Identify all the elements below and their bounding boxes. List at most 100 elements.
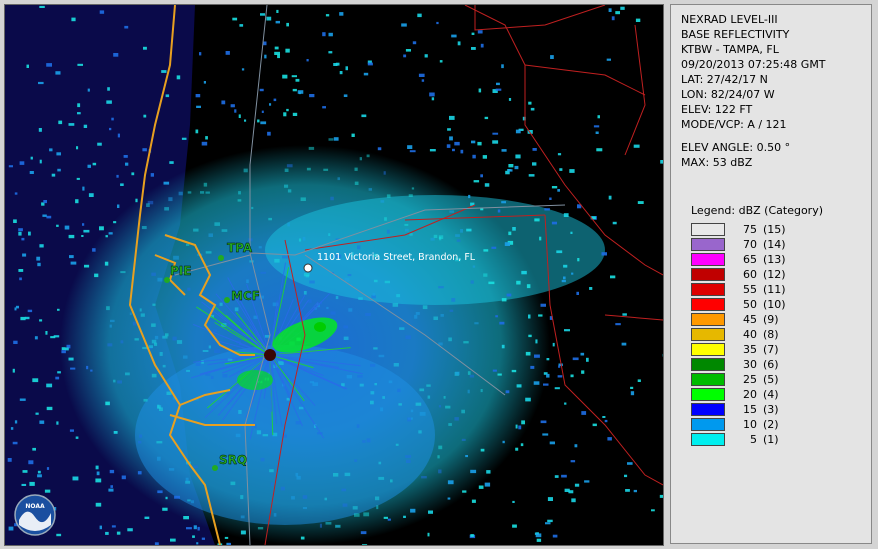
speckle-pixel — [82, 223, 85, 226]
speckle-pixel — [621, 342, 627, 346]
speckle-pixel — [367, 62, 373, 66]
speckle-pixel — [90, 369, 93, 372]
speckle-pixel — [521, 420, 525, 425]
speckle-pixel — [39, 159, 42, 164]
speckle-pixel — [393, 363, 399, 367]
speckle-pixel — [429, 149, 436, 152]
station-dot-srq — [212, 465, 218, 471]
speckle-pixel — [571, 498, 576, 503]
speckle-pixel — [525, 351, 531, 356]
speckle-pixel — [306, 59, 309, 62]
speckle-pixel — [506, 293, 512, 297]
speckle-pixel — [139, 308, 142, 312]
speckle-pixel — [21, 483, 27, 486]
speckle-pixel — [284, 184, 289, 188]
speckle-pixel — [308, 299, 312, 303]
speckle-pixel — [492, 369, 497, 372]
speckle-pixel — [285, 48, 290, 53]
speckle-pixel — [259, 88, 264, 92]
speckle-pixel — [37, 262, 41, 267]
speckle-pixel — [193, 228, 199, 232]
speckle-pixel — [110, 319, 115, 323]
speckle-pixel — [197, 526, 200, 531]
speckle-pixel — [546, 358, 550, 361]
legend-row: 40 (8) — [691, 327, 861, 342]
speckle-pixel — [514, 165, 519, 170]
speckle-pixel — [105, 401, 110, 406]
speckle-pixel — [550, 55, 554, 59]
speckle-pixel — [105, 235, 108, 238]
speckle-pixel — [570, 460, 576, 463]
speckle-pixel — [480, 448, 485, 452]
speckle-pixel — [341, 488, 347, 492]
radar-map[interactable]: TPA PIE MCF SRQ 1101 Victoria Street, Br… — [4, 4, 664, 546]
speckle-pixel — [518, 425, 522, 430]
speckle-pixel — [134, 338, 139, 341]
speckle-pixel — [511, 369, 517, 373]
header-line: KTBW - TAMPA, FL — [681, 43, 779, 56]
speckle-pixel — [370, 400, 374, 405]
speckle-pixel — [607, 437, 612, 441]
header-line: LON: 82/24/07 W — [681, 88, 775, 101]
speckle-pixel — [507, 169, 513, 172]
speckle-pixel — [421, 79, 425, 82]
speckle-pixel — [187, 499, 191, 502]
speckle-pixel — [183, 355, 188, 359]
speckle-pixel — [377, 147, 382, 151]
speckle-pixel — [554, 475, 559, 478]
speckle-pixel — [257, 119, 260, 123]
speckle-pixel — [56, 152, 61, 156]
speckle-pixel — [28, 231, 31, 236]
speckle-pixel — [415, 402, 422, 406]
speckle-pixel — [154, 542, 159, 545]
speckle-pixel — [535, 533, 542, 538]
speckle-pixel — [240, 530, 246, 535]
speckle-pixel — [615, 323, 621, 326]
speckle-pixel — [608, 195, 612, 200]
speckle-pixel — [452, 148, 455, 152]
speckle-pixel — [104, 261, 109, 266]
legend-row: 15 (3) — [691, 402, 861, 417]
speckle-pixel — [528, 174, 535, 177]
speckle-pixel — [376, 505, 379, 510]
speckle-pixel — [29, 481, 35, 486]
speckle-pixel — [19, 161, 25, 165]
speckle-pixel — [260, 121, 267, 125]
speckle-pixel — [10, 427, 14, 430]
speckle-pixel — [577, 258, 580, 262]
speckle-pixel — [57, 371, 61, 374]
speckle-pixel — [108, 488, 114, 492]
speckle-pixel — [260, 13, 265, 16]
speckle-pixel — [330, 311, 336, 315]
speckle-pixel — [463, 341, 469, 344]
speckle-pixel — [530, 107, 535, 111]
speckle-pixel — [491, 246, 497, 249]
speckle-pixel — [29, 171, 34, 174]
speckle-pixel — [399, 327, 405, 330]
speckle-pixel — [178, 191, 183, 196]
speckle-pixel — [35, 412, 39, 415]
speckle-pixel — [39, 244, 44, 248]
speckle-pixel — [38, 81, 44, 85]
speckle-pixel — [417, 13, 422, 18]
speckle-pixel — [473, 180, 480, 183]
speckle-pixel — [51, 173, 56, 177]
speckle-pixel — [471, 47, 476, 50]
speckle-pixel — [556, 250, 563, 254]
speckle-pixel — [326, 306, 329, 310]
speckle-pixel — [99, 226, 104, 231]
speckle-pixel — [534, 354, 540, 358]
speckle-pixel — [193, 465, 198, 468]
legend-swatch — [691, 283, 725, 296]
speckle-pixel — [526, 284, 531, 289]
speckle-pixel — [472, 265, 476, 268]
speckle-pixel — [407, 145, 413, 149]
speckle-pixel — [246, 279, 249, 284]
speckle-pixel — [552, 534, 558, 538]
speckle-pixel — [76, 146, 79, 150]
speckle-pixel — [309, 280, 315, 284]
speckle-pixel — [457, 41, 461, 46]
speckle-pixel — [14, 192, 18, 195]
speckle-pixel — [165, 333, 169, 337]
location-marker-icon[interactable] — [303, 263, 313, 273]
